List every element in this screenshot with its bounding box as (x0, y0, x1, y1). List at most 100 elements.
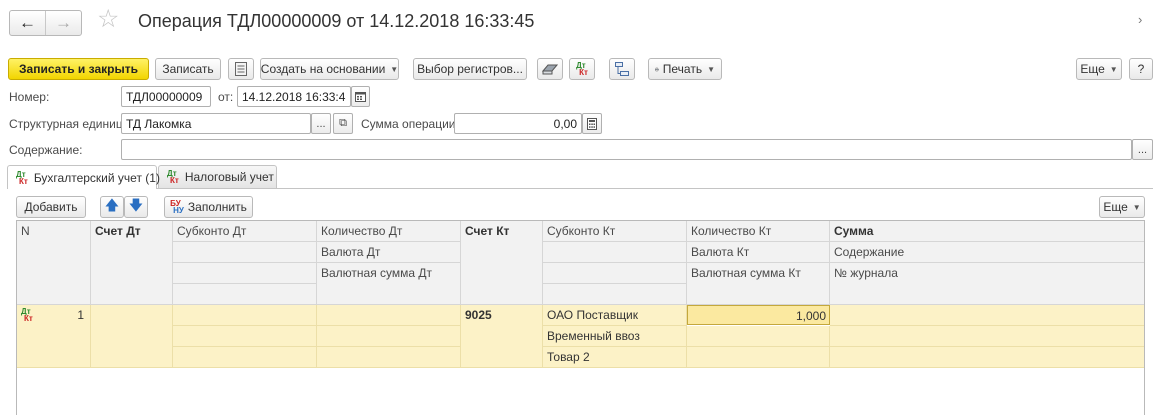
cell-qty-dt[interactable] (317, 305, 461, 326)
create-based-on-label: Создать на основании (260, 62, 386, 76)
header-n[interactable]: N (17, 221, 91, 305)
date-label: от: (218, 90, 234, 104)
more-button[interactable]: Еще ▼ (1076, 58, 1122, 80)
date-field[interactable] (237, 86, 351, 107)
create-based-on-button[interactable]: Создать на основании ▼ (260, 58, 399, 80)
dt-kt-button[interactable]: Дт Кт (569, 58, 595, 80)
header-subconto-dt-4 (173, 284, 317, 305)
calendar-button[interactable] (351, 86, 370, 107)
unit-field[interactable] (121, 113, 311, 134)
cell-qty-kt[interactable]: 1,000 (687, 305, 830, 325)
cell-content[interactable] (830, 326, 1144, 347)
tab-tax-label: Налоговый учет (184, 170, 274, 184)
save-button[interactable]: Записать (155, 58, 221, 80)
help-button[interactable]: ? (1129, 58, 1153, 80)
cell-account-dt[interactable] (91, 305, 173, 368)
table-more-button[interactable]: Еще ▼ (1099, 196, 1145, 218)
add-button[interactable]: Добавить (16, 196, 86, 218)
tab-divider (7, 188, 1153, 189)
cell-subconto-dt-3[interactable] (173, 347, 317, 368)
eraser-button[interactable] (537, 58, 563, 80)
header-subconto-dt-2 (173, 242, 317, 263)
cell-subconto-kt-2[interactable]: Временный ввоз (543, 326, 687, 347)
header-sum[interactable]: Сумма (830, 221, 1144, 242)
tab-tax[interactable]: Дт Кт Налоговый учет (158, 165, 277, 188)
header-content[interactable]: Содержание (830, 242, 1144, 263)
cell-currency-kt[interactable] (687, 326, 830, 347)
header-account-kt[interactable]: Счет Кт (461, 221, 543, 305)
dt-kt-icon: Дт Кт (16, 170, 28, 185)
table-more-label: Еще (1103, 200, 1128, 214)
calculator-icon (587, 117, 597, 130)
kt-label: Кт (170, 176, 179, 185)
printer-icon (655, 67, 659, 71)
row-number-cell[interactable]: Дт Кт 1 (17, 305, 91, 368)
back-icon[interactable]: ← (10, 11, 45, 35)
save-close-button[interactable]: Записать и закрыть (8, 58, 149, 80)
cell-subconto-dt-2[interactable] (173, 326, 317, 347)
dt-kt-tax-icon: Дт Кт (167, 170, 179, 185)
header-qty-dt[interactable]: Количество Дт (317, 221, 461, 242)
cell-subconto-kt-3[interactable]: Товар 2 (543, 347, 687, 368)
dt-kt-row-icon: Дт Кт (21, 308, 33, 323)
navigation-buttons: ← → (9, 10, 82, 36)
header-account-dt[interactable]: Счет Дт (91, 221, 173, 305)
header-cur-sum-dt[interactable]: Валютная сумма Дт (317, 263, 461, 305)
cell-subconto-kt-1[interactable]: ОАО Поставщик (543, 305, 687, 326)
journal-button[interactable] (228, 58, 254, 80)
kt-label: Кт (24, 314, 33, 323)
open-icon[interactable]: ⧉ (333, 113, 353, 134)
more-label: Еще (1080, 62, 1105, 76)
content-label: Содержание: (9, 143, 83, 157)
header-subconto-kt[interactable]: Субконто Кт (543, 221, 687, 242)
header-subconto-dt-3 (173, 263, 317, 284)
cell-journal[interactable] (830, 347, 1144, 368)
print-button[interactable]: Печать ▼ (648, 58, 722, 80)
amount-label: Сумма операции: (361, 117, 459, 131)
unit-label: Структурная единица: (9, 117, 133, 131)
header-currency-kt[interactable]: Валюта Кт (687, 242, 830, 263)
arrow-down-icon[interactable]: 🡇 (124, 196, 148, 218)
header-qty-kt[interactable]: Количество Кт (687, 221, 830, 242)
header-cur-sum-kt[interactable]: Валютная сумма Кт (687, 263, 830, 305)
number-label: Номер: (9, 90, 50, 104)
fill-label: Заполнить (187, 200, 247, 214)
window-title: Операция ТДЛ00000009 от 14.12.2018 16:33… (138, 11, 535, 31)
star-icon[interactable]: ☆ (97, 7, 119, 32)
eraser-icon (542, 64, 558, 75)
calendar-icon (355, 92, 366, 102)
tab-accounting[interactable]: Дт Кт Бухгалтерский учет (1) (7, 165, 160, 189)
kt-label: Кт (579, 68, 588, 77)
header-currency-dt[interactable]: Валюта Дт (317, 242, 461, 263)
arrow-up-icon[interactable]: 🡅 (100, 196, 124, 218)
bu-nu-icon: БУ НУ (170, 200, 184, 215)
fill-button[interactable]: БУ НУ Заполнить (164, 196, 253, 218)
postings-table: N Счет Дт Субконто Дт Количество Дт Валю… (16, 220, 1145, 415)
amount-field[interactable] (454, 113, 582, 134)
cell-cur-sum-kt[interactable] (687, 347, 830, 368)
content-select-button[interactable]: ... (1132, 139, 1153, 160)
cell-subconto-dt-1[interactable] (173, 305, 317, 326)
number-field[interactable] (121, 86, 211, 107)
tab-accounting-label: Бухгалтерский учет (1) (33, 170, 160, 185)
cell-cur-sum-dt[interactable] (317, 347, 461, 368)
cell-sum[interactable] (830, 305, 1144, 326)
header-subconto-dt[interactable]: Субконто Дт (173, 221, 317, 242)
hierarchy-icon (615, 62, 629, 76)
dt-kt-icon: Дт Кт (576, 62, 588, 77)
header-journal[interactable]: № журнала (830, 263, 1144, 305)
content-field[interactable] (121, 139, 1132, 160)
cell-account-kt[interactable]: 9025 (461, 305, 543, 368)
chevron-down-icon: ▼ (1109, 64, 1118, 74)
structure-button[interactable] (609, 58, 635, 80)
cell-currency-dt[interactable] (317, 326, 461, 347)
calculator-button[interactable] (582, 113, 602, 134)
header-subconto-kt-3 (543, 263, 687, 284)
print-label: Печать (662, 62, 703, 76)
nu-label: НУ (173, 206, 184, 215)
document-list-icon (235, 62, 247, 76)
chevron-right-icon[interactable]: › (1138, 12, 1142, 27)
forward-icon[interactable]: → (46, 11, 81, 35)
select-registers-button[interactable]: Выбор регистров... (413, 58, 527, 80)
unit-select-button[interactable]: ... (311, 113, 331, 134)
